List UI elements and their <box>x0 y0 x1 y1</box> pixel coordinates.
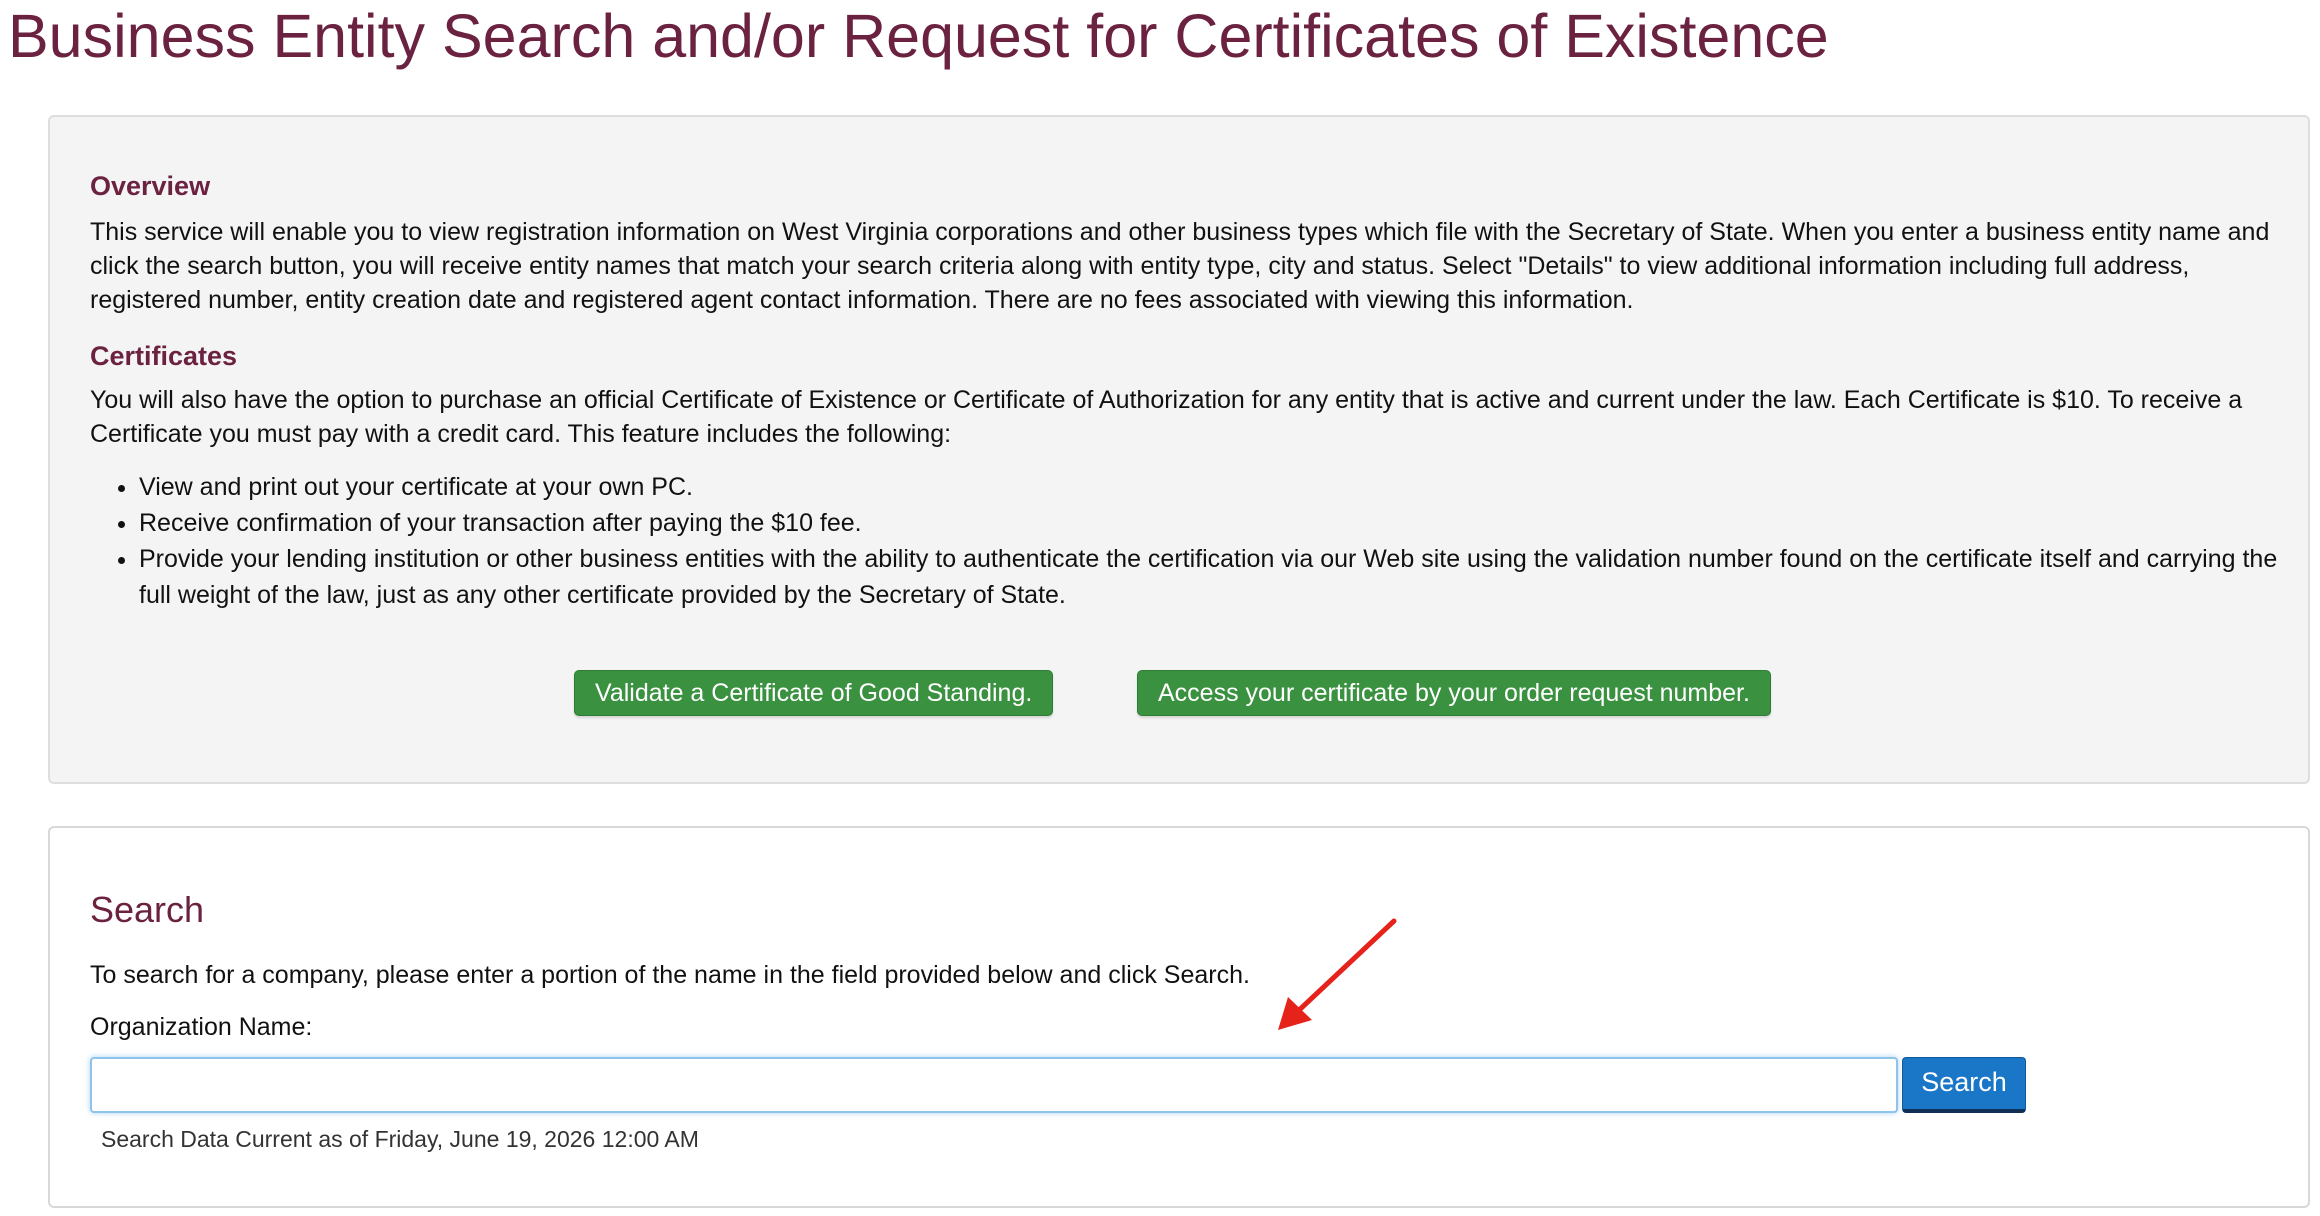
certificate-features-list: View and print out your certificate at y… <box>90 469 2299 613</box>
search-instructions: To search for a company, please enter a … <box>90 961 1250 989</box>
list-item: Provide your lending institution or othe… <box>139 541 2299 613</box>
search-button[interactable]: Search <box>1902 1057 2026 1113</box>
search-data-current-text: Search Data Current as of Friday, June 1… <box>101 1126 699 1152</box>
certificates-text: You will also have the option to purchas… <box>90 386 2243 448</box>
overview-text: This service will enable you to view reg… <box>90 218 2270 314</box>
access-certificate-button[interactable]: Access your certificate by your order re… <box>1137 670 1771 716</box>
annotation-arrow-icon <box>1278 918 1397 1030</box>
page-title: Business Entity Search and/or Request fo… <box>8 2 1829 70</box>
search-heading: Search <box>90 889 205 930</box>
validate-certificate-button[interactable]: Validate a Certificate of Good Standing. <box>574 670 1054 716</box>
certificates-heading: Certificates <box>90 341 238 371</box>
info-panel: Overview This service will enable you to… <box>48 115 2310 784</box>
overview-heading: Overview <box>90 171 211 201</box>
organization-name-label: Organization Name: <box>90 1013 313 1041</box>
list-item: View and print out your certificate at y… <box>139 469 2299 505</box>
search-panel: Search To search for a company, please e… <box>48 826 2310 1208</box>
organization-name-input[interactable] <box>90 1057 1898 1113</box>
list-item: Receive confirmation of your transaction… <box>139 505 2299 541</box>
